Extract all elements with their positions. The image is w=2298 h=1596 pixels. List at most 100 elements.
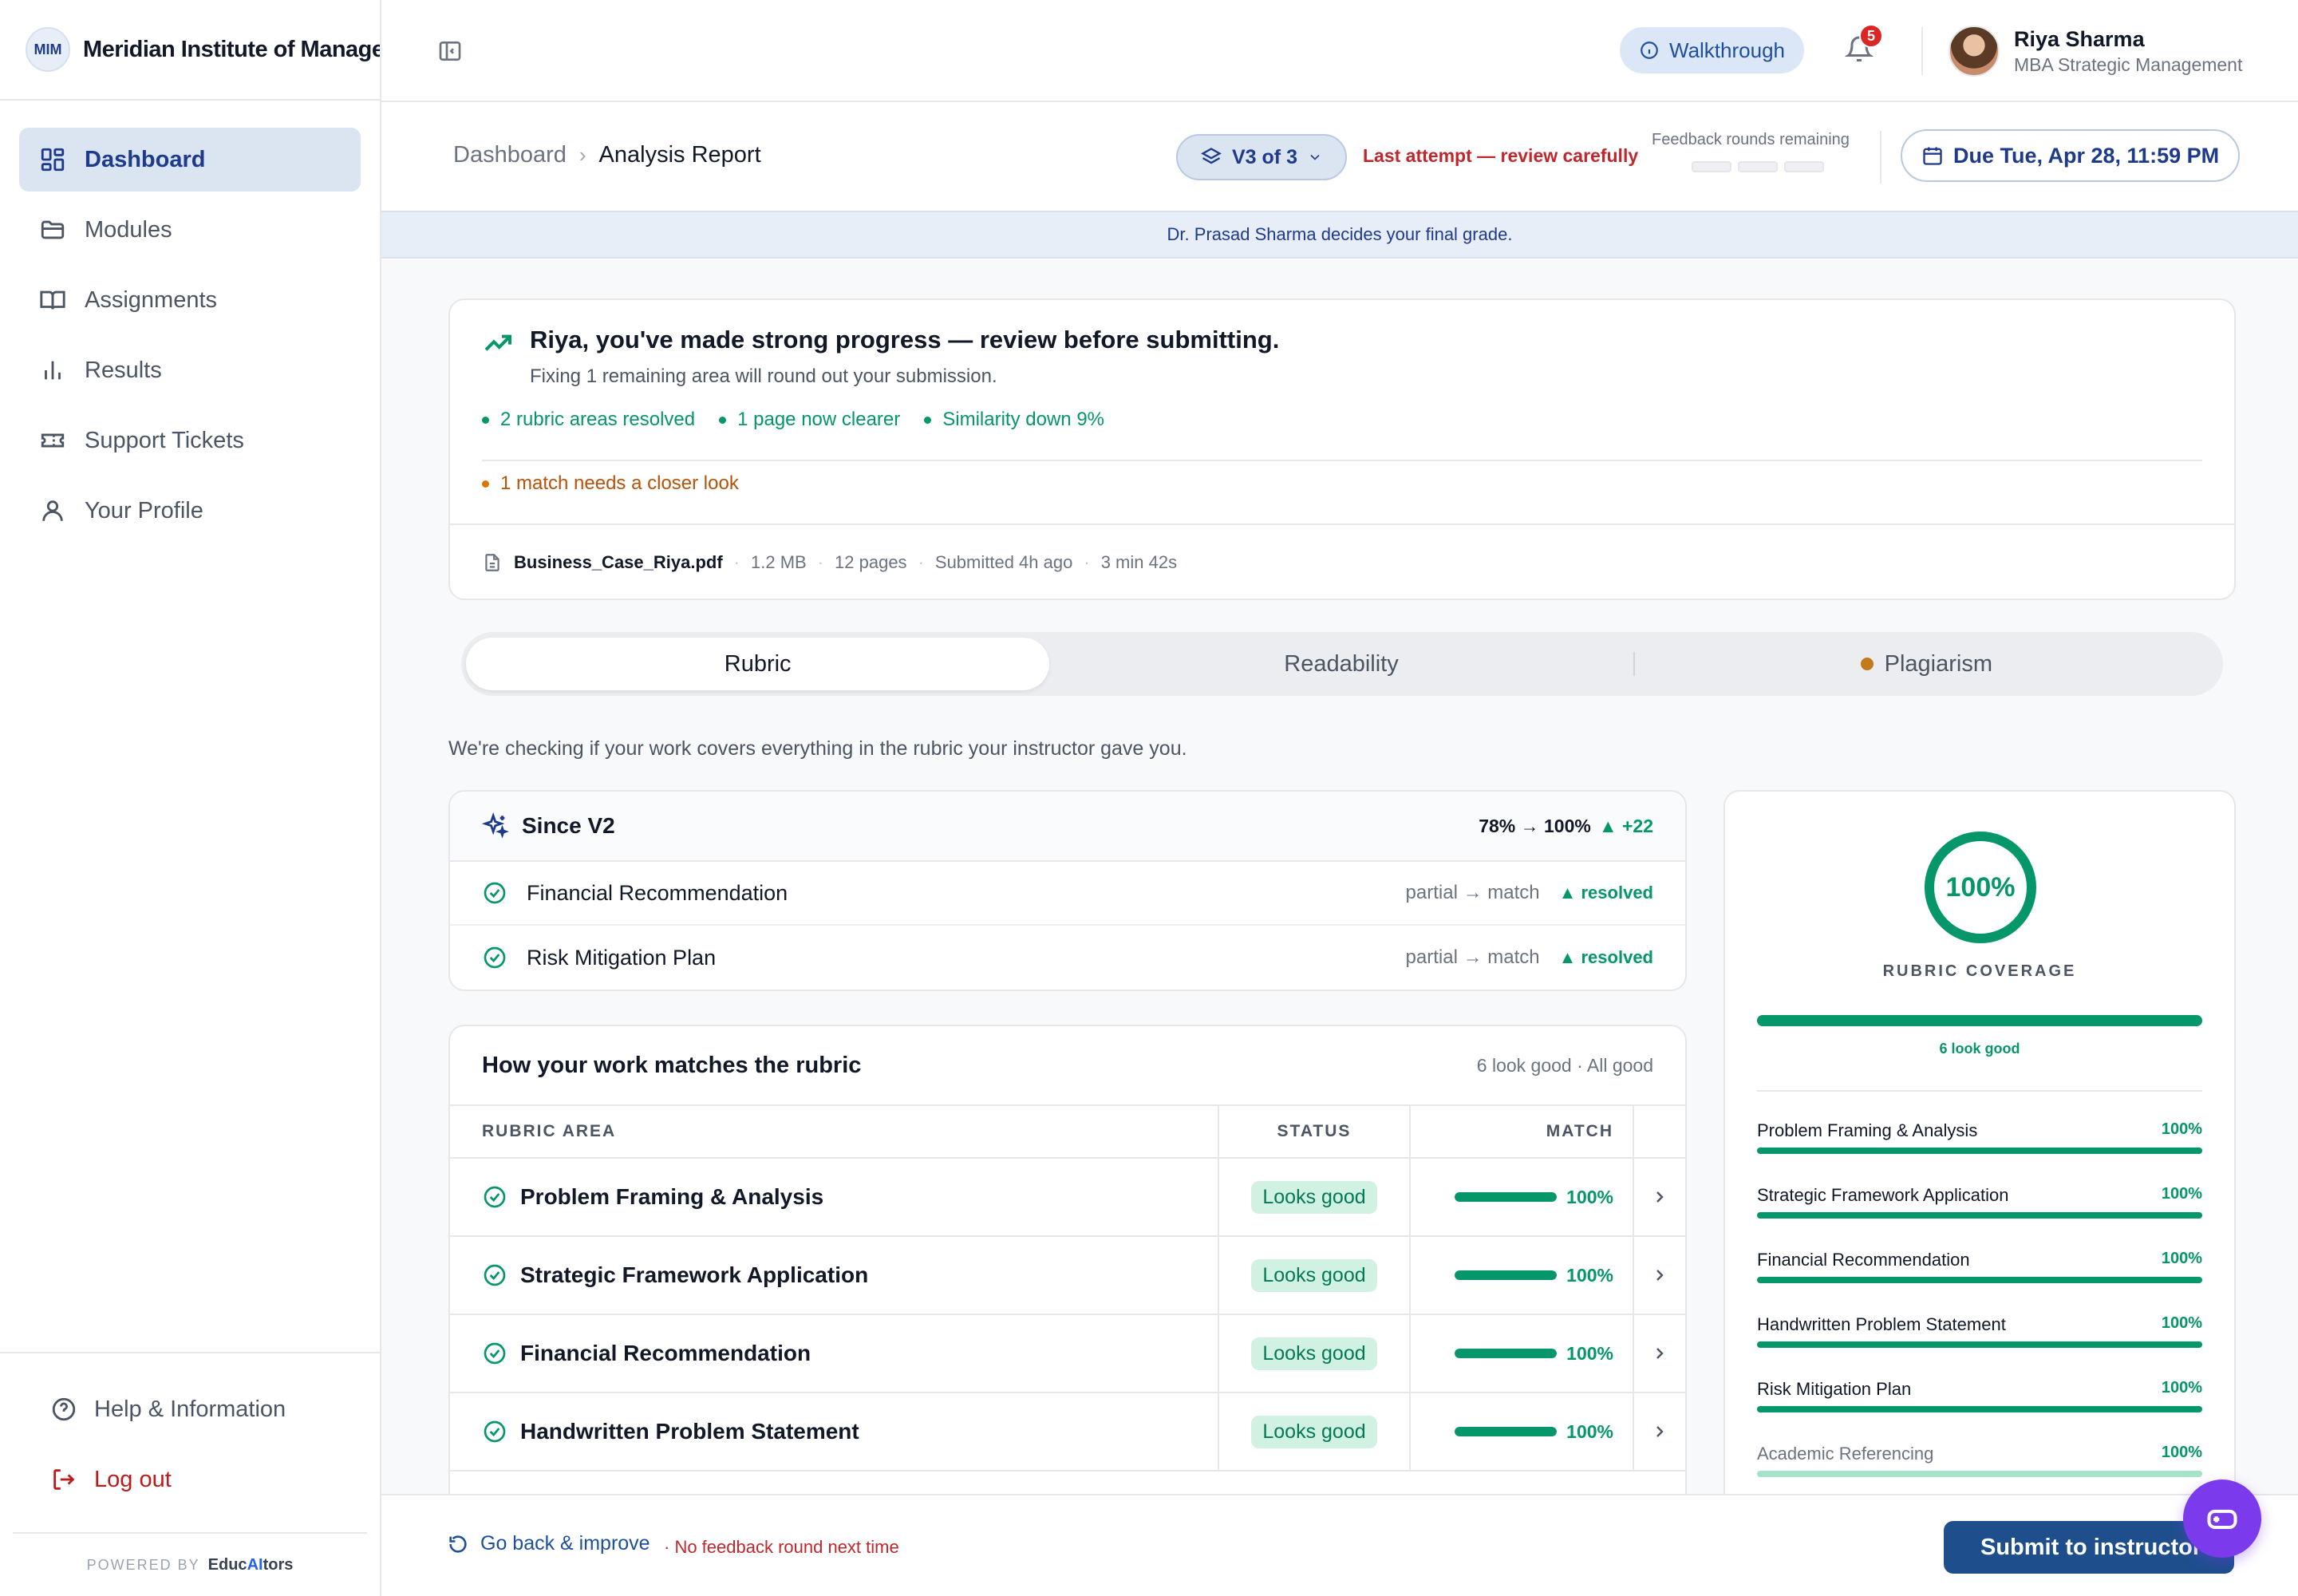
- assistant-fab-button[interactable]: [2183, 1479, 2261, 1558]
- rubric-area-cell: Strategic Framework Application: [450, 1237, 1219, 1314]
- since-row[interactable]: Financial Recommendation partial → match…: [450, 862, 1685, 926]
- sidebar-item-assignments[interactable]: Assignments: [19, 268, 361, 332]
- coverage-list: Problem Framing & Analysis 100% Strategic …: [1757, 1120, 2202, 1494]
- rubric-area-name: Problem Framing & Analysis: [520, 1184, 824, 1209]
- logout-link[interactable]: Log out: [0, 1444, 380, 1515]
- panel-collapse-icon: [439, 41, 461, 61]
- sidebar-item-label: Results: [85, 357, 162, 383]
- progress-card: Riya, you've made strong progress — revi…: [448, 298, 2236, 600]
- table-row[interactable]: Strategic Framework Application Looks goo…: [450, 1237, 1685, 1315]
- warning-chip[interactable]: 1 match needs a closer look: [482, 472, 739, 495]
- coverage-note: 6 look good: [1939, 1041, 2020, 1057]
- breadcrumb-dashboard[interactable]: Dashboard: [453, 142, 567, 168]
- help-link[interactable]: Help & Information: [0, 1374, 380, 1444]
- row-expand-button[interactable]: [1634, 1315, 1685, 1392]
- coverage-item: Handwritten Problem Statement 100%: [1757, 1314, 2202, 1379]
- match-value: 100%: [1566, 1342, 1613, 1364]
- since-row-change: partial → match: [1405, 882, 1540, 903]
- status-cell: Looks good: [1219, 1315, 1411, 1392]
- chevron-right-icon: [1656, 1191, 1664, 1203]
- logout-label: Log out: [94, 1466, 172, 1492]
- coverage-item-fill: [1757, 1406, 2202, 1412]
- table-row[interactable]: Financial Recommendation Looks good 100%: [450, 1315, 1685, 1393]
- page-header: Dashboard › Analysis Report V3 of 3 Last…: [381, 104, 2298, 211]
- rubric-summary: 6 look good · All good: [1476, 1054, 1653, 1076]
- delta-range: 78% → 100%: [1479, 815, 1591, 836]
- divider: [0, 1352, 380, 1353]
- chevron-down-icon: [1310, 154, 1320, 160]
- since-previous-card: Since V2 78% → 100% ▲ +22 Financial Recom…: [448, 790, 1687, 991]
- go-back-label: Go back & improve: [480, 1532, 650, 1555]
- grading-notice: Dr. Prasad Sharma decides your final gra…: [381, 211, 2298, 259]
- logout-icon: [49, 1465, 78, 1494]
- divider: [1921, 27, 1923, 75]
- rubric-table-header: How your work matches the rubric 6 look …: [450, 1026, 1685, 1106]
- column-header-area: RUBRIC AREA: [450, 1106, 1219, 1157]
- powered-by-brand: EducAItors: [208, 1556, 294, 1574]
- dashboard-icon: [38, 145, 67, 174]
- bar-chart-icon: [38, 356, 67, 385]
- coverage-item-bar: [1757, 1212, 2202, 1219]
- coverage-item-name: Financial Recommendation: [1757, 1250, 1970, 1270]
- sidebar-toggle-button[interactable]: [437, 38, 463, 64]
- tab-readability[interactable]: Readability: [1049, 638, 1633, 690]
- version-selector[interactable]: V3 of 3: [1176, 134, 1347, 180]
- sidebar-nav: Dashboard Modules Assignments Results Su…: [0, 101, 380, 543]
- submit-label: Submit to instructor: [1980, 1534, 2202, 1560]
- avatar[interactable]: [1949, 26, 2000, 77]
- coverage-item-name: Academic Referencing: [1757, 1444, 1934, 1464]
- status-badge: Looks good: [1251, 1415, 1377, 1448]
- table-row[interactable]: Handwritten Problem Statement Looks good 1…: [450, 1393, 1685, 1472]
- brand-logo: MIM: [26, 27, 70, 72]
- row-expand-button[interactable]: [1634, 1237, 1685, 1314]
- main-content: Riya, you've made strong progress — revi…: [381, 260, 2298, 1494]
- match-bar: [1455, 1270, 1558, 1280]
- divider: [1757, 1090, 2202, 1092]
- coverage-item-name: Handwritten Problem Statement: [1757, 1314, 2006, 1334]
- sidebar-item-label: Your Profile: [85, 497, 203, 523]
- rubric-area-name: Handwritten Problem Statement: [520, 1419, 859, 1444]
- walkthrough-button[interactable]: Walkthrough: [1620, 27, 1804, 73]
- sidebar-bottom: Help & Information Log out POWERED BY Ed…: [0, 1352, 380, 1596]
- since-row-change: partial → match: [1405, 946, 1540, 968]
- table-row[interactable]: Problem Framing & Analysis Looks good 100%: [450, 1159, 1685, 1237]
- sidebar-item-results[interactable]: Results: [19, 338, 361, 402]
- match-bar-fill: [1455, 1270, 1558, 1280]
- sidebar-item-modules[interactable]: Modules: [19, 198, 361, 262]
- walkthrough-label: Walkthrough: [1669, 38, 1785, 62]
- go-back-button[interactable]: Go back & improve: [447, 1532, 650, 1555]
- brand[interactable]: MIM Meridian Institute of Management: [0, 0, 380, 101]
- rubric-area-cell: Handwritten Problem Statement: [450, 1393, 1219, 1470]
- sidebar-item-dashboard[interactable]: Dashboard: [19, 128, 361, 192]
- sidebar-item-support-tickets[interactable]: Support Tickets: [19, 409, 361, 472]
- row-expand-button[interactable]: [1634, 1159, 1685, 1235]
- progress-chip: 2 rubric areas resolved: [482, 409, 695, 431]
- rubric-intro: We're checking if your work covers every…: [448, 737, 1187, 760]
- progress-chip: 1 page now clearer: [719, 409, 900, 431]
- coverage-card: 100% RUBRIC COVERAGE 6 look good Problem…: [1724, 790, 2236, 1494]
- tab-rubric[interactable]: Rubric: [466, 638, 1050, 690]
- sidebar-item-profile[interactable]: Your Profile: [19, 479, 361, 543]
- coverage-item-bar: [1757, 1406, 2202, 1412]
- since-delta: 78% → 100% ▲ +22: [1479, 816, 1653, 837]
- rubric-area-cell: Financial Recommendation: [450, 1315, 1219, 1392]
- coverage-item-value: 100%: [2161, 1120, 2202, 1138]
- tab-label: Rubric: [724, 650, 792, 677]
- separator-dot: ·: [918, 552, 924, 572]
- powered-by-label: POWERED BY: [86, 1556, 200, 1573]
- coverage-item-name: Problem Framing & Analysis: [1757, 1120, 1978, 1140]
- topbar: Walkthrough 5 Riya Sharma MBA Strategic …: [381, 0, 2298, 102]
- coverage-item-bar: [1757, 1341, 2202, 1348]
- coverage-progress-fill: [1757, 1015, 2202, 1026]
- check-circle-icon: [482, 1419, 507, 1444]
- delta-change: ▲ +22: [1598, 815, 1653, 836]
- rubric-area-name: Strategic Framework Application: [520, 1262, 869, 1287]
- row-expand-button[interactable]: [1634, 1393, 1685, 1470]
- footer-bar: Go back & improve · No feedback round ne…: [381, 1494, 2298, 1596]
- match-bar: [1455, 1427, 1558, 1436]
- file-name[interactable]: Business_Case_Riya.pdf: [514, 552, 723, 573]
- since-row[interactable]: Risk Mitigation Plan partial → match ▲ r…: [450, 926, 1685, 990]
- sidebar-item-label: Assignments: [85, 286, 218, 313]
- help-circle-icon: [49, 1395, 78, 1424]
- tab-plagiarism[interactable]: Plagiarism: [1635, 638, 2218, 690]
